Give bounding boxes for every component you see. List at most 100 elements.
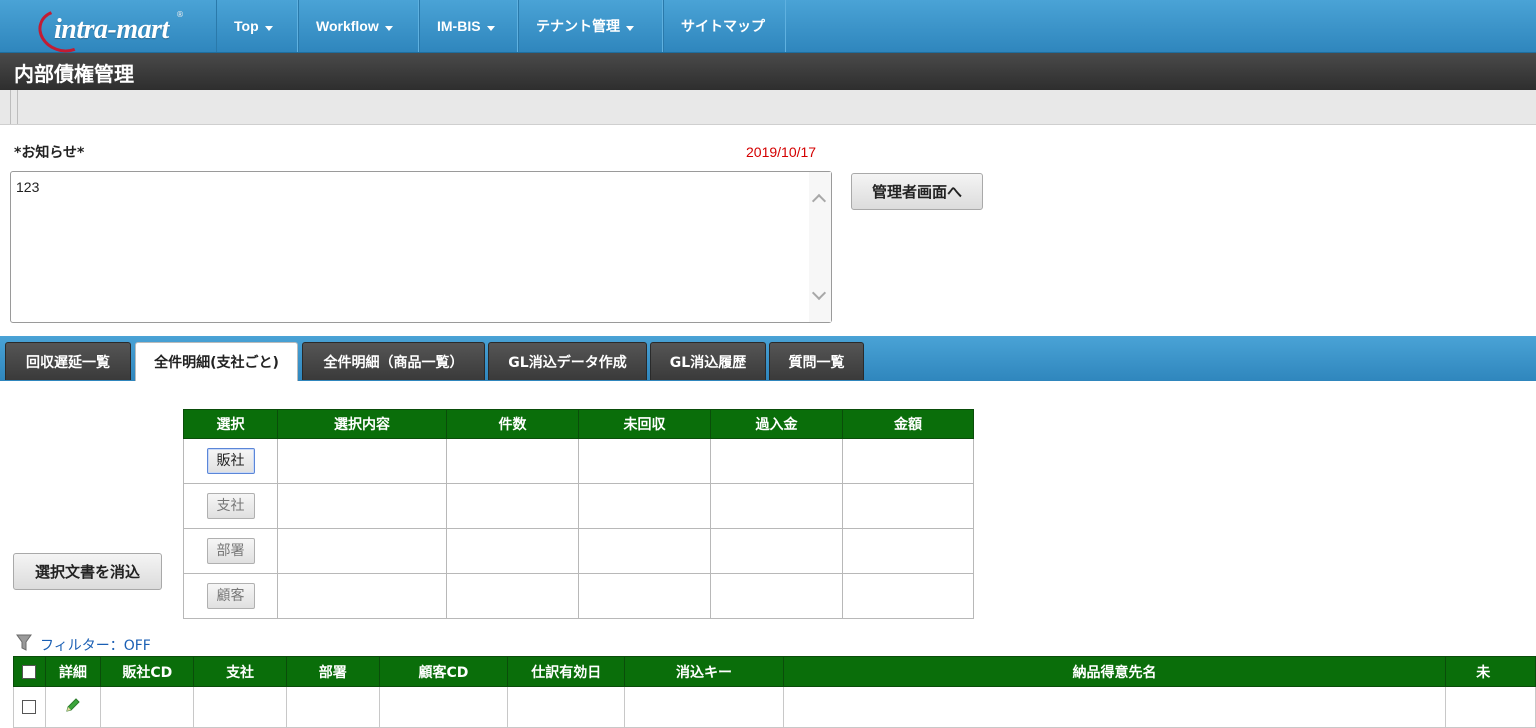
column-header: 選択内容 <box>277 409 447 439</box>
table-cell <box>277 573 447 619</box>
table-cell <box>842 528 974 574</box>
notice-textarea[interactable]: 123 <box>10 171 832 323</box>
table-cell <box>578 573 711 619</box>
nav-item-label: テナント管理 <box>536 18 620 34</box>
row-checkbox[interactable] <box>22 700 37 714</box>
table-cell <box>446 438 579 484</box>
column-header: 選択 <box>183 409 278 439</box>
table-cell <box>277 528 447 574</box>
column-header: 金額 <box>842 409 974 439</box>
column-header: 支社 <box>193 656 287 687</box>
column-header: 詳細 <box>44 656 102 687</box>
select-sales-company-button[interactable]: 販社 <box>206 448 255 474</box>
select-all-checkbox[interactable] <box>22 664 37 679</box>
column-header: 過入金 <box>710 409 843 439</box>
table-cell <box>842 483 974 529</box>
tab-bar: 回収遅延一覧 全件明細(支社ごと) 全件明細（商品一覧） GL消込データ作成 G… <box>0 336 1536 381</box>
nav-menu: Top Workflow IM-BIS テナント管理 サイトマップ <box>216 0 786 52</box>
intra-mart-logo[interactable]: intra-mart ® <box>32 2 218 60</box>
column-header: 未 <box>1445 656 1536 687</box>
table-cell <box>842 573 974 619</box>
table-cell <box>578 438 711 484</box>
nav-item-workflow[interactable]: Workflow <box>298 0 419 52</box>
tab-collection-delay[interactable]: 回収遅延一覧 <box>5 342 131 380</box>
page-title: 内部債権管理 <box>14 62 134 86</box>
table-row: 販社 <box>183 438 974 484</box>
table-cell: 部署 <box>183 528 278 574</box>
tab-all-details-products[interactable]: 全件明細（商品一覧） <box>302 342 485 380</box>
notice-date: 2019/10/17 <box>746 144 817 160</box>
table-cell <box>710 438 843 484</box>
select-branch-button[interactable]: 支社 <box>206 493 255 519</box>
nav-item-im-bis[interactable]: IM-BIS <box>419 0 518 52</box>
toolbar-handle[interactable] <box>10 90 18 124</box>
table-cell <box>44 686 102 728</box>
nav-item-label: IM-BIS <box>437 18 481 34</box>
table-row <box>13 686 1536 728</box>
pencil-edit-icon[interactable] <box>64 696 82 714</box>
admin-screen-button[interactable]: 管理者画面へ <box>851 173 983 210</box>
selection-table: 選択 選択内容 件数 未回収 過入金 金額 販社 支社 部署 顧客 <box>183 409 974 619</box>
scroll-down-icon[interactable] <box>811 285 827 301</box>
table-cell <box>842 438 974 484</box>
table-cell <box>446 483 579 529</box>
tab-gl-data-create[interactable]: GL消込データ作成 <box>488 342 647 380</box>
table-cell: 顧客 <box>183 573 278 619</box>
column-header: 仕訳有効日 <box>507 656 626 687</box>
filter-icon[interactable] <box>16 634 32 652</box>
filter-toggle-link[interactable]: フィルター：OFF <box>40 635 151 655</box>
clear-selected-button[interactable]: 選択文書を消込 <box>13 553 162 590</box>
table-cell <box>782 686 1447 728</box>
table-cell <box>710 528 843 574</box>
table-cell: 販社 <box>183 438 278 484</box>
nav-item-label: Top <box>234 18 259 34</box>
column-header: 顧客CD <box>378 656 509 687</box>
column-header: 部署 <box>285 656 380 687</box>
table-cell <box>100 686 195 728</box>
table-cell <box>710 573 843 619</box>
table-cell <box>277 483 447 529</box>
caret-down-icon <box>264 25 273 31</box>
table-cell <box>285 686 380 728</box>
table-cell <box>13 686 46 728</box>
table-row: 顧客 <box>183 573 974 619</box>
table-cell <box>1445 686 1536 728</box>
tab-questions[interactable]: 質問一覧 <box>769 342 864 380</box>
notice-label: *お知らせ* <box>14 145 85 161</box>
nav-item-top[interactable]: Top <box>216 0 298 52</box>
table-row: 支社 <box>183 483 974 529</box>
nav-item-label: サイトマップ <box>681 18 765 34</box>
column-header: 納品得意先名 <box>782 656 1447 687</box>
caret-down-icon <box>384 25 393 31</box>
table-cell <box>507 686 626 728</box>
scroll-up-icon[interactable] <box>811 193 827 209</box>
column-header: 未回収 <box>578 409 711 439</box>
column-header: 販社CD <box>100 656 195 687</box>
tab-all-details-branch[interactable]: 全件明細(支社ごと) <box>135 342 298 381</box>
table-cell <box>446 528 579 574</box>
page-title-bar: 内部債権管理 <box>0 53 1536 90</box>
notice-scrollbar[interactable] <box>809 172 831 322</box>
caret-down-icon <box>486 25 495 31</box>
nav-item-label: Workflow <box>316 18 379 34</box>
table-cell <box>624 686 784 728</box>
select-customer-button[interactable]: 顧客 <box>206 583 255 609</box>
select-department-button[interactable]: 部署 <box>206 538 255 564</box>
table-cell <box>277 438 447 484</box>
nav-item-tenant[interactable]: テナント管理 <box>518 0 663 52</box>
column-header: 件数 <box>446 409 579 439</box>
nav-item-sitemap[interactable]: サイトマップ <box>663 0 786 52</box>
table-cell: 支社 <box>183 483 278 529</box>
table-cell <box>578 483 711 529</box>
logo-text: intra-mart <box>54 14 169 45</box>
tab-gl-history[interactable]: GL消込履歴 <box>650 342 766 380</box>
table-cell <box>578 528 711 574</box>
table-cell <box>710 483 843 529</box>
table-cell <box>193 686 287 728</box>
toolbar <box>0 90 1536 125</box>
top-navigation: intra-mart ® Top Workflow IM-BIS テナント管理 … <box>0 0 1536 60</box>
table-cell <box>446 573 579 619</box>
column-header: 消込キー <box>624 656 784 687</box>
select-all-header <box>13 656 46 687</box>
notice-text: 123 <box>16 179 40 195</box>
